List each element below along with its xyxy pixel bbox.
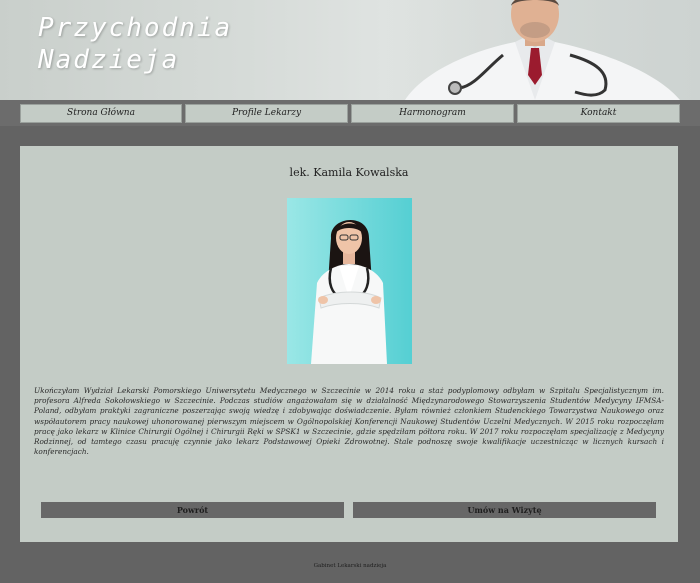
footer-text: Gabinet Lekarski nadzieja — [313, 563, 387, 569]
header-banner: Przychodnia Nadzieja — [0, 0, 700, 100]
book-appointment-button[interactable]: Umów na Wizytę — [353, 502, 656, 518]
doctor-name: lek. Kamila Kowalska — [289, 166, 409, 179]
doctor-profile-panel: lek. Kamila Kowalska Ukończyłam Wydział … — [20, 146, 678, 542]
nav-doctor-profiles[interactable]: Profile Lekarzy — [185, 104, 348, 123]
header-doctor-photo — [385, 0, 700, 100]
nav-home[interactable]: Strona Główna — [20, 104, 182, 123]
brand-line-2: Nadzieja — [38, 45, 180, 75]
brand-line-1: Przychodnia — [38, 13, 233, 43]
brand-title: Przychodnia Nadzieja — [38, 12, 232, 76]
doctor-portrait — [287, 198, 412, 364]
back-button[interactable]: Powrót — [41, 502, 344, 518]
doctor-biography: Ukończyłam Wydział Lekarski Pomorskiego … — [34, 386, 664, 457]
main-navigation: Strona Główna Profile Lekarzy Harmonogra… — [0, 100, 700, 126]
nav-schedule[interactable]: Harmonogram — [351, 104, 514, 123]
nav-contact[interactable]: Kontakt — [517, 104, 680, 123]
